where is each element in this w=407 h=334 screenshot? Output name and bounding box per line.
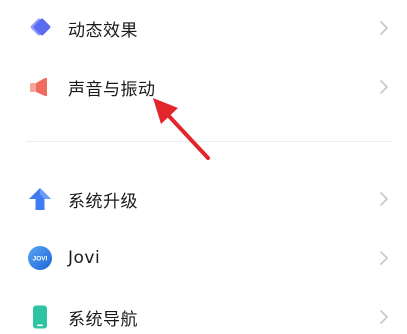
settings-screen: 动态效果 声音与振动 系统升级 JOVI Jovi 系统导航	[0, 0, 407, 334]
settings-item-label: 动态效果	[68, 20, 138, 41]
settings-item-system-navigation[interactable]: 系统导航	[0, 292, 407, 334]
settings-item-label: Jovi	[68, 248, 101, 268]
settings-item-label: 系统升级	[68, 191, 138, 212]
dynamic-effects-icon	[26, 14, 54, 42]
settings-item-jovi[interactable]: JOVI Jovi	[0, 233, 407, 283]
settings-item-label: 声音与振动	[68, 79, 156, 100]
upgrade-arrow-icon	[26, 185, 54, 213]
jovi-icon: JOVI	[26, 244, 54, 272]
settings-item-system-upgrade[interactable]: 系统升级	[0, 174, 407, 224]
settings-item-dynamic-effects[interactable]: 动态效果	[0, 3, 407, 53]
chevron-right-icon	[377, 307, 391, 327]
chevron-right-icon	[377, 77, 391, 97]
settings-item-label: 系统导航	[68, 309, 138, 330]
chevron-right-icon	[377, 18, 391, 38]
jovi-badge-text: JOVI	[33, 256, 48, 263]
phone-navigation-icon	[26, 303, 54, 331]
section-divider	[26, 141, 392, 142]
chevron-right-icon	[377, 248, 391, 268]
chevron-right-icon	[377, 189, 391, 209]
speaker-icon	[26, 73, 54, 101]
settings-item-sound-vibration[interactable]: 声音与振动	[0, 62, 407, 112]
